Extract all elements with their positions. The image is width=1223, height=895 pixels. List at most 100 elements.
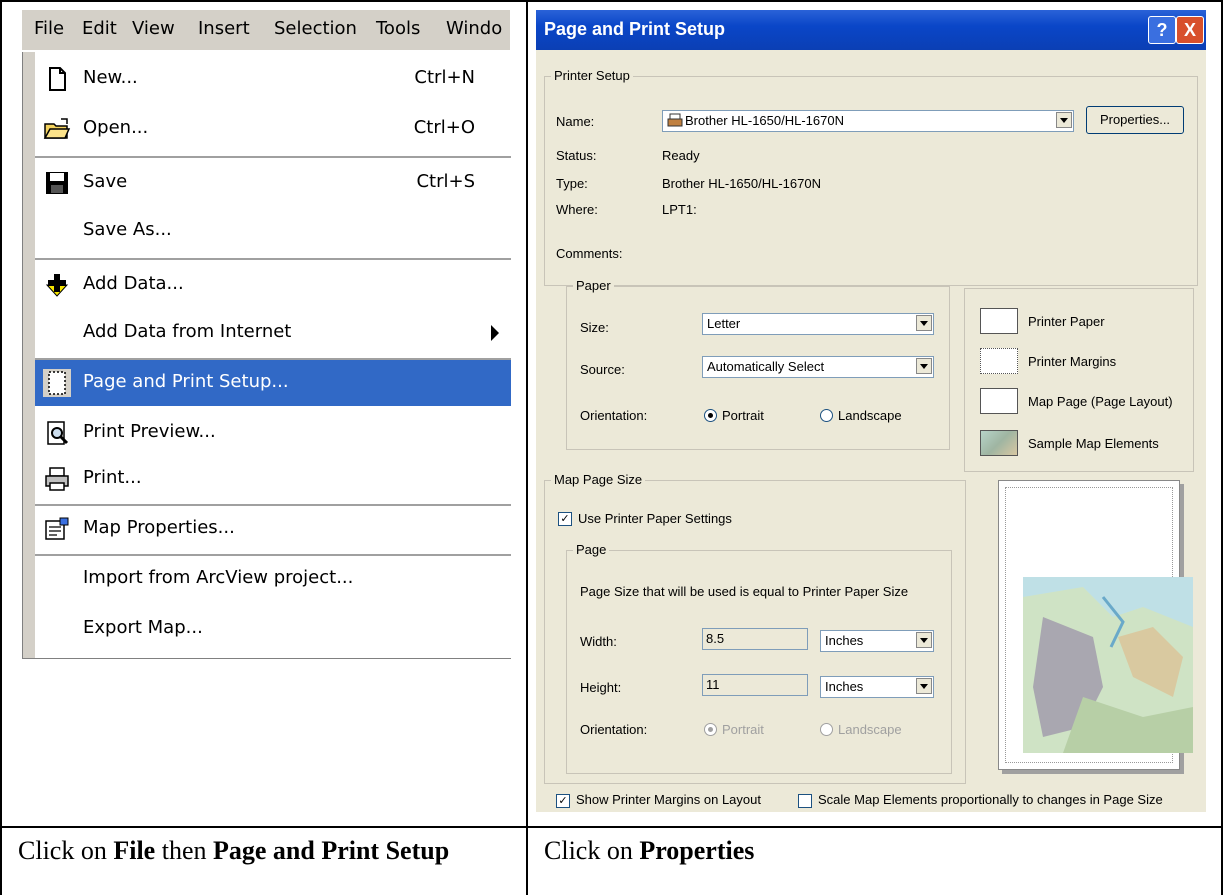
menubar-edit[interactable]: Edit — [82, 18, 117, 39]
menu-item-label: Export Map... — [83, 617, 203, 638]
table-border-middle — [526, 0, 528, 895]
paper-size-select[interactable]: Letter — [702, 313, 934, 335]
caption-bold-file: File — [113, 836, 156, 865]
chevron-down-icon[interactable] — [916, 358, 932, 374]
size-label: Size: — [580, 320, 609, 335]
use-printer-settings-checkbox[interactable]: ✓ — [558, 512, 572, 526]
menu-item-import-arcview[interactable]: Import from ArcView project... — [35, 556, 511, 602]
paper-source-select[interactable]: Automatically Select — [702, 356, 934, 378]
legend-map-page: Map Page (Page Layout) — [1028, 394, 1173, 409]
menu-item-open[interactable]: Open... Ctrl+O — [35, 106, 511, 152]
map-page-swatch — [980, 388, 1018, 414]
width-field[interactable]: 8.5 — [702, 628, 808, 650]
dialog-title-bar: Page and Print Setup ? X — [536, 10, 1206, 50]
left-caption: Click on File then Page and Print Setup — [18, 834, 518, 868]
menu-item-label: Add Data from Internet — [83, 321, 292, 342]
page-landscape-radio[interactable] — [820, 723, 833, 736]
file-menu: New... Ctrl+N Open... Ctrl+O Save Ctrl+S… — [22, 52, 511, 659]
menu-item-add-data-internet[interactable]: Add Data from Internet — [35, 310, 511, 356]
properties-button[interactable]: Properties... — [1086, 106, 1184, 134]
printer-icon — [667, 113, 683, 127]
paper-label: Paper — [573, 278, 614, 293]
submenu-arrow-icon — [491, 325, 499, 341]
menu-item-save-as[interactable]: Save As... — [35, 208, 511, 254]
menu-item-label: Print Preview... — [83, 421, 216, 442]
source-label: Source: — [580, 362, 625, 377]
width-unit-value: Inches — [825, 633, 864, 648]
status-label: Status: — [556, 148, 597, 163]
menu-item-page-print-setup[interactable]: Page and Print Setup... — [35, 360, 511, 406]
page-landscape-label: Landscape — [838, 722, 902, 737]
menu-item-print[interactable]: Print... — [35, 456, 511, 502]
menu-bar: File Edit View Insert Selection Tools Wi… — [22, 10, 510, 50]
caption-text: Click on — [544, 836, 640, 865]
caption-text: then — [155, 836, 213, 865]
landscape-label: Landscape — [838, 408, 902, 423]
chevron-down-icon[interactable] — [916, 632, 932, 648]
menubar-window[interactable]: Windo — [446, 18, 502, 39]
printer-name-value: Brother HL-1650/HL-1670N — [685, 113, 844, 128]
menu-item-shortcut: Ctrl+S — [416, 171, 475, 192]
menubar-view[interactable]: View — [132, 18, 175, 39]
right-caption: Click on Properties — [544, 834, 1204, 868]
height-field[interactable]: 11 — [702, 674, 808, 696]
where-label: Where: — [556, 202, 598, 217]
page-preview — [998, 480, 1193, 770]
sample-map-swatch — [980, 430, 1018, 456]
printer-name-select[interactable]: Brother HL-1650/HL-1670N — [662, 110, 1074, 132]
menubar-tools[interactable]: Tools — [376, 18, 420, 39]
menu-item-save[interactable]: Save Ctrl+S — [35, 160, 511, 206]
paper-source-value: Automatically Select — [707, 359, 825, 374]
printer-paper-swatch — [980, 308, 1018, 334]
close-button[interactable]: X — [1176, 16, 1204, 44]
menu-item-label: Import from ArcView project... — [83, 567, 354, 588]
height-unit-select[interactable]: Inches — [820, 676, 934, 698]
menu-separator — [35, 258, 511, 260]
menu-item-shortcut: Ctrl+N — [414, 67, 475, 88]
legend-printer-margins: Printer Margins — [1028, 354, 1117, 369]
save-disk-icon — [46, 172, 68, 194]
menu-item-label: Map Properties... — [83, 517, 235, 538]
menubar-file[interactable]: File — [34, 18, 64, 39]
menu-left-strip — [23, 52, 35, 658]
menu-item-label: Page and Print Setup... — [83, 371, 289, 392]
height-unit-value: Inches — [825, 679, 864, 694]
document-table: File Edit View Insert Selection Tools Wi… — [0, 0, 1223, 895]
chevron-down-icon[interactable] — [1056, 112, 1072, 128]
menu-item-add-data[interactable]: Add Data... — [35, 262, 511, 308]
menu-separator — [35, 156, 511, 158]
menu-item-label: Add Data... — [83, 273, 184, 294]
menu-item-new[interactable]: New... Ctrl+N — [35, 56, 511, 102]
menubar-selection[interactable]: Selection — [274, 18, 357, 39]
chevron-down-icon[interactable] — [916, 678, 932, 694]
menu-item-print-preview[interactable]: Print Preview... — [35, 410, 511, 456]
type-label: Type: — [556, 176, 588, 191]
menu-item-label: Print... — [83, 467, 142, 488]
printer-setup-label: Printer Setup — [551, 68, 633, 83]
use-printer-settings-label: Use Printer Paper Settings — [578, 511, 732, 526]
new-document-icon — [49, 67, 66, 91]
height-label: Height: — [580, 680, 622, 695]
open-folder-icon — [43, 118, 71, 139]
menu-item-export-map[interactable]: Export Map... — [35, 606, 511, 652]
dialog-title: Page and Print Setup — [544, 19, 726, 39]
menu-item-shortcut: Ctrl+O — [413, 117, 475, 138]
scale-elements-checkbox[interactable] — [798, 794, 812, 808]
menu-item-label: Save As... — [83, 219, 172, 240]
show-margins-checkbox[interactable]: ✓ — [556, 794, 570, 808]
page-portrait-radio[interactable] — [704, 723, 717, 736]
menu-item-label: New... — [83, 67, 138, 88]
name-label: Name: — [556, 114, 595, 129]
menu-item-map-properties[interactable]: Map Properties... — [35, 506, 511, 552]
menubar-insert[interactable]: Insert — [198, 18, 250, 39]
help-button[interactable]: ? — [1148, 16, 1176, 44]
chevron-down-icon[interactable] — [916, 315, 932, 331]
landscape-radio[interactable] — [820, 409, 833, 422]
portrait-radio[interactable] — [704, 409, 717, 422]
print-preview-icon — [47, 421, 69, 445]
caption-text: Click on — [18, 836, 114, 865]
status-value: Ready — [662, 148, 700, 163]
width-unit-select[interactable]: Inches — [820, 630, 934, 652]
page-orientation-label: Orientation: — [580, 722, 648, 737]
legend-sample-elements: Sample Map Elements — [1028, 436, 1159, 451]
